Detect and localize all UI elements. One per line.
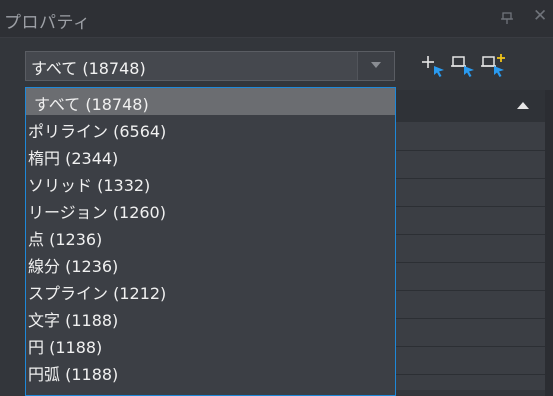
title-bar: プロパティ ✕ <box>0 0 553 38</box>
filter-option-label: 点 (1236) <box>28 230 103 249</box>
filter-option-label: 円 (1188) <box>28 338 103 357</box>
filter-option[interactable]: 円弧 (1188) <box>26 358 395 385</box>
object-filter-select[interactable]: すべて (18748) <box>25 51 395 81</box>
grid-divider <box>396 234 545 235</box>
filter-option-label: スプライン (1212) <box>28 284 167 303</box>
filter-option[interactable]: すべて (18748) <box>26 88 395 115</box>
chevron-down-icon <box>371 62 381 68</box>
filter-option[interactable]: 点 (1236) <box>26 223 395 250</box>
filter-option[interactable]: 文字 (1188) <box>26 304 395 331</box>
add-select-icon[interactable] <box>420 52 448 80</box>
pin-icon[interactable] <box>500 11 514 25</box>
filter-option-label: 線分 (1236) <box>28 257 119 276</box>
filter-option[interactable]: ポリライン (6564) <box>26 115 395 142</box>
filter-dropdown-list: すべて (18748) ポリライン (6564) 楕円 (2344) ソリッド … <box>25 87 396 396</box>
grid-divider <box>396 374 545 375</box>
grid-divider <box>396 206 545 207</box>
grid-divider <box>396 178 545 179</box>
filter-option[interactable]: リージョン (1260) <box>26 196 395 223</box>
filter-option[interactable]: 円 (1188) <box>26 331 395 358</box>
grid-divider <box>396 346 545 347</box>
filter-option-label: ポリライン (6564) <box>28 122 167 141</box>
collapse-arrow-icon[interactable] <box>517 102 529 109</box>
dropdown-toggle-button[interactable] <box>357 52 394 80</box>
panel-title: プロパティ <box>4 13 91 33</box>
filter-option[interactable]: スプライン (1212) <box>26 277 395 304</box>
filter-option-label: すべて (18748) <box>34 95 149 114</box>
filter-option[interactable]: 楕円 (2344) <box>26 142 395 169</box>
filter-option-label: 円弧 (1188) <box>28 365 119 384</box>
filter-option-label: 楕円 (2344) <box>28 149 119 168</box>
selected-filter-value: すべて (18748) <box>31 59 146 78</box>
grid-divider <box>396 262 545 263</box>
filter-option-label: ソリッド (1332) <box>28 176 151 195</box>
filter-option[interactable]: 線分 (1236) <box>26 250 395 277</box>
grid-divider <box>396 150 545 151</box>
close-icon[interactable]: ✕ <box>533 8 547 25</box>
grid-divider <box>396 318 545 319</box>
toggle-pickadd-icon[interactable] <box>480 52 508 80</box>
filter-option[interactable]: ソリッド (1332) <box>26 169 395 196</box>
quick-select-icon[interactable] <box>450 52 478 80</box>
filter-option-label: 文字 (1188) <box>28 311 119 330</box>
property-grid <box>396 90 545 390</box>
filter-option-label: リージョン (1260) <box>28 203 166 222</box>
panel-edge <box>545 90 553 396</box>
grid-divider <box>396 290 545 291</box>
